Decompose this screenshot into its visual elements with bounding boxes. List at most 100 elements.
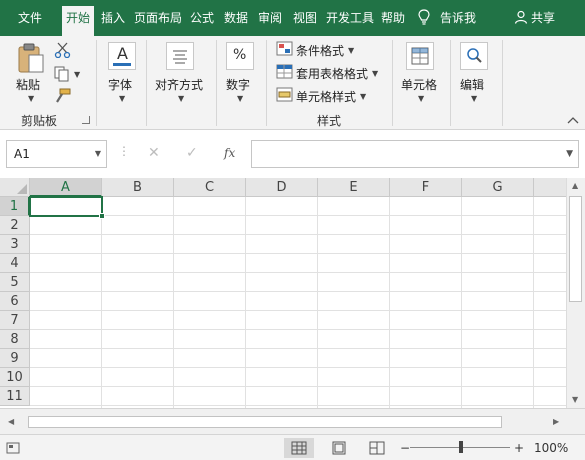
tab-developer[interactable]: 开发工具 [325,8,375,28]
tell-me-box[interactable]: 告诉我 [418,8,498,28]
scroll-up-icon[interactable]: ▲ [572,181,578,190]
gridline [30,348,566,349]
vertical-scroll-thumb[interactable] [569,196,582,302]
horizontal-scrollbar[interactable] [18,414,548,430]
active-cell[interactable] [29,196,103,217]
ribbon-tab-bar: 文件 开始 插入 页面布局 公式 数据 审阅 视图 开发工具 帮助 告诉我 共享 [0,0,585,36]
chevron-down-icon: ▼ [74,70,81,79]
format-as-table-button[interactable]: 套用表格格式 ▼ [274,63,384,83]
column-header[interactable]: A [30,178,102,197]
align-lines-icon [166,42,194,70]
row-header[interactable]: 11 [0,387,30,406]
row-header[interactable]: 7 [0,311,30,330]
group-label-clipboard: 剪贴板 [21,114,58,128]
row-header[interactable]: 4 [0,254,30,273]
normal-view-button[interactable] [284,438,314,458]
tab-data[interactable]: 数据 [221,8,251,28]
macro-record-icon[interactable] [6,442,20,454]
tab-file[interactable]: 文件 [8,8,52,28]
tab-page-layout[interactable]: 页面布局 [132,8,184,28]
font-glyph: A [117,44,128,63]
share-button[interactable]: 共享 [514,8,564,28]
tab-help[interactable]: 帮助 [378,8,408,28]
name-box[interactable]: A1 ▼ [6,140,107,168]
enter-icon[interactable]: ✓ [186,145,198,161]
collapse-ribbon-button[interactable] [566,114,580,126]
splitter-dots-icon[interactable]: ⋮ [118,144,130,158]
table-format-icon [276,64,293,79]
row-header[interactable]: 1 [0,197,30,216]
row-header[interactable]: 6 [0,292,30,311]
group-divider [146,40,147,126]
page-layout-view-button[interactable] [324,438,354,458]
row-header[interactable]: 2 [0,216,30,235]
column-header[interactable]: G [462,178,534,197]
expand-formula-bar-icon[interactable]: ▼ [566,149,573,159]
zoom-level[interactable]: 100% [534,441,568,455]
zoom-in-button[interactable]: + [514,441,524,455]
font-icon: A [108,42,136,70]
page-break-icon [369,441,385,455]
tab-view[interactable]: 视图 [289,8,321,28]
dialog-launcher-icon[interactable] [82,116,90,124]
conditional-format-icon [276,41,293,56]
gridline [30,386,566,387]
alignment-button[interactable]: 对齐方式 ▼ [152,40,210,106]
row-header[interactable]: 8 [0,330,30,349]
format-painter-button[interactable] [52,88,74,106]
scroll-down-icon[interactable]: ▼ [572,395,578,404]
scroll-right-icon[interactable]: ▶ [553,417,559,426]
paste-label: 粘贴 [16,78,41,92]
tell-me-label: 告诉我 [440,11,477,25]
percent-glyph: % [233,47,247,63]
cells-button[interactable]: 单元格 ▼ [398,40,444,106]
scroll-left-icon[interactable]: ◀ [8,417,14,426]
column-header[interactable]: D [246,178,318,197]
zoom-out-button[interactable]: − [400,441,410,455]
horizontal-scroll-thumb[interactable] [28,416,502,428]
chevron-down-icon[interactable]: ▼ [95,149,101,158]
cancel-icon[interactable]: ✕ [148,145,160,161]
row-header[interactable]: 9 [0,349,30,368]
copy-button[interactable]: ▼ [52,66,82,84]
row-header[interactable]: 5 [0,273,30,292]
number-label: 数字 [226,78,251,92]
row-header[interactable]: 3 [0,235,30,254]
formula-input[interactable]: ▼ [251,140,579,168]
insert-function-icon[interactable]: fx [224,146,235,160]
column-header[interactable]: E [318,178,390,197]
number-button[interactable]: % 数字 ▼ [222,40,258,106]
column-header[interactable]: C [174,178,246,197]
chevron-down-icon: ▼ [372,69,379,78]
share-label: 共享 [531,11,556,25]
group-divider [216,40,217,126]
column-header[interactable] [534,178,566,197]
select-all-triangle-icon [17,184,27,194]
select-all-button[interactable] [0,178,30,197]
column-header[interactable]: F [390,178,462,197]
worksheet-grid[interactable]: A B C D E F G 1 2 3 4 5 6 7 8 9 10 11 [0,178,566,408]
font-button[interactable]: A 字体 ▼ [104,40,140,106]
paste-button[interactable]: 粘贴 ▼ [12,40,50,106]
chevron-down-icon: ▼ [360,92,367,101]
tab-home[interactable]: 开始 [62,6,94,36]
conditional-formatting-button[interactable]: 条件格式 ▼ [274,40,384,60]
cells-grid-icon [406,42,434,70]
row-header[interactable]: 10 [0,368,30,387]
zoom-slider-thumb[interactable] [459,441,463,453]
tab-review[interactable]: 审阅 [255,8,285,28]
vertical-scrollbar[interactable]: ▲ ▼ [566,178,585,408]
tab-insert[interactable]: 插入 [98,8,128,28]
cell-styles-button[interactable]: 单元格样式 ▼ [274,86,384,106]
alignment-label: 对齐方式 [155,78,204,92]
gridline [30,291,566,292]
fill-handle[interactable] [99,213,105,219]
page-break-view-button[interactable] [362,438,392,458]
font-color-bar [113,63,131,66]
cut-button[interactable] [52,42,74,60]
tab-formulas[interactable]: 公式 [187,8,217,28]
editing-button[interactable]: 编辑 ▼ [456,40,494,106]
column-header[interactable]: B [102,178,174,197]
clipboard-paste-icon [18,43,44,73]
gridline [30,253,566,254]
